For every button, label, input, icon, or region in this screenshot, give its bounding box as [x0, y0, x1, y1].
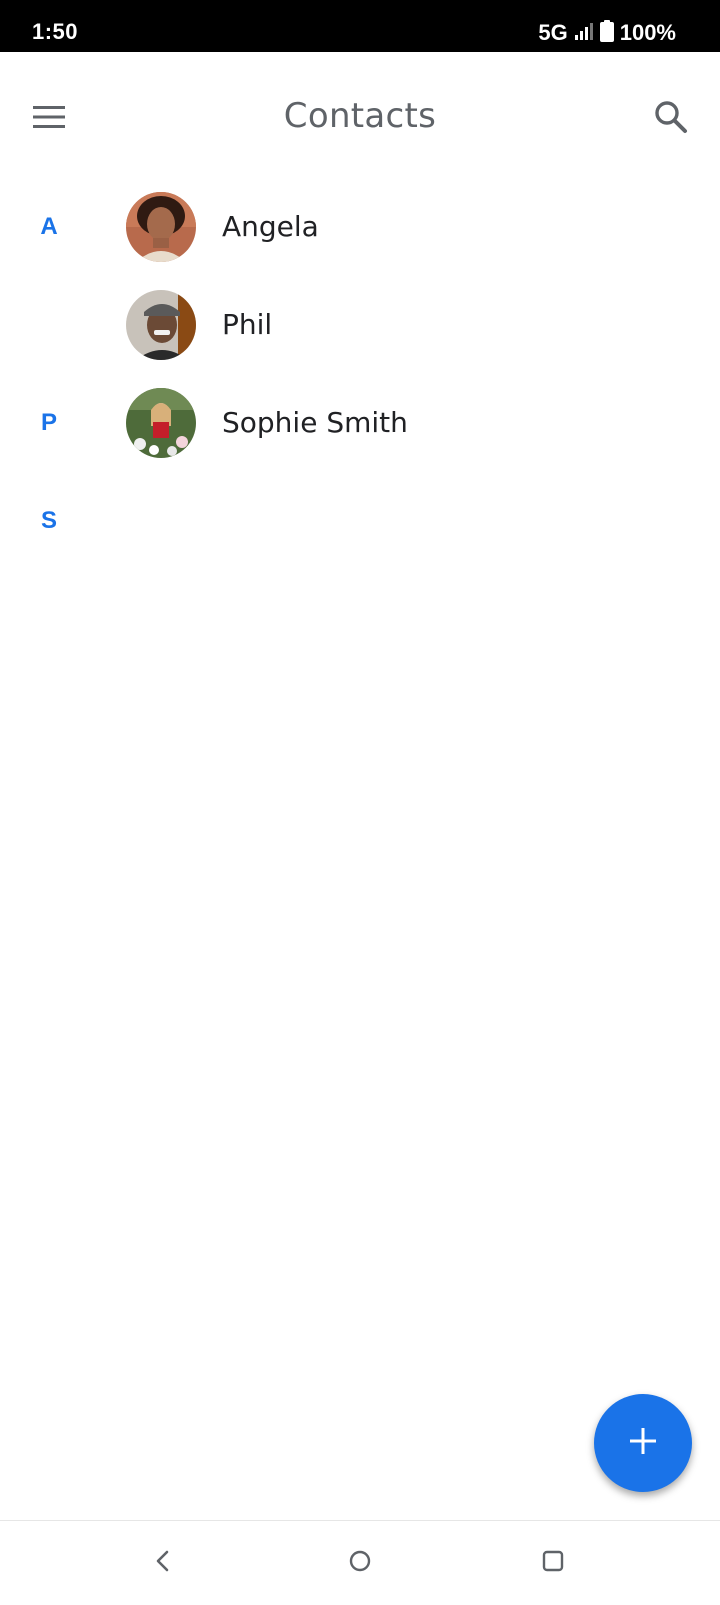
avatar-phil — [126, 290, 196, 360]
battery-level: 100% — [619, 20, 676, 45]
search-button[interactable] — [647, 95, 695, 143]
add-icon — [629, 1427, 657, 1460]
status-icons: 5G 100% — [538, 19, 676, 47]
add-contact-button[interactable] — [594, 1394, 692, 1492]
avatar-sophie-smith — [126, 388, 196, 458]
back-icon — [153, 1549, 173, 1578]
signal-icon — [574, 21, 594, 46]
section-letter-a: A — [40, 213, 58, 240]
avatar-angela — [126, 192, 196, 262]
recents-icon — [541, 1549, 565, 1578]
contact-name: Angela — [222, 210, 319, 243]
search-icon — [654, 100, 688, 139]
contact-row-phil[interactable]: Phil — [110, 278, 700, 374]
back-button[interactable] — [139, 1539, 187, 1587]
battery-icon — [599, 19, 614, 47]
navigation-bar — [0, 1520, 720, 1605]
section-letter-p: P — [40, 409, 57, 436]
network-type: 5G — [538, 20, 568, 45]
contact-name: Phil — [222, 308, 273, 341]
home-button[interactable] — [336, 1539, 384, 1587]
page-title: Contacts — [283, 96, 437, 136]
app-bar: Contacts — [0, 52, 720, 188]
home-icon — [348, 1549, 372, 1578]
contact-name: Sophie Smith — [222, 406, 408, 439]
contact-row-angela[interactable]: Angela — [110, 180, 700, 276]
contact-row-sophie-smith[interactable]: Sophie Smith — [110, 376, 700, 472]
section-letter-s: S — [40, 507, 57, 534]
status-time: 1:50 — [32, 19, 79, 44]
recents-button[interactable] — [529, 1539, 577, 1587]
status-bar: 1:50 5G 100% — [0, 0, 720, 52]
